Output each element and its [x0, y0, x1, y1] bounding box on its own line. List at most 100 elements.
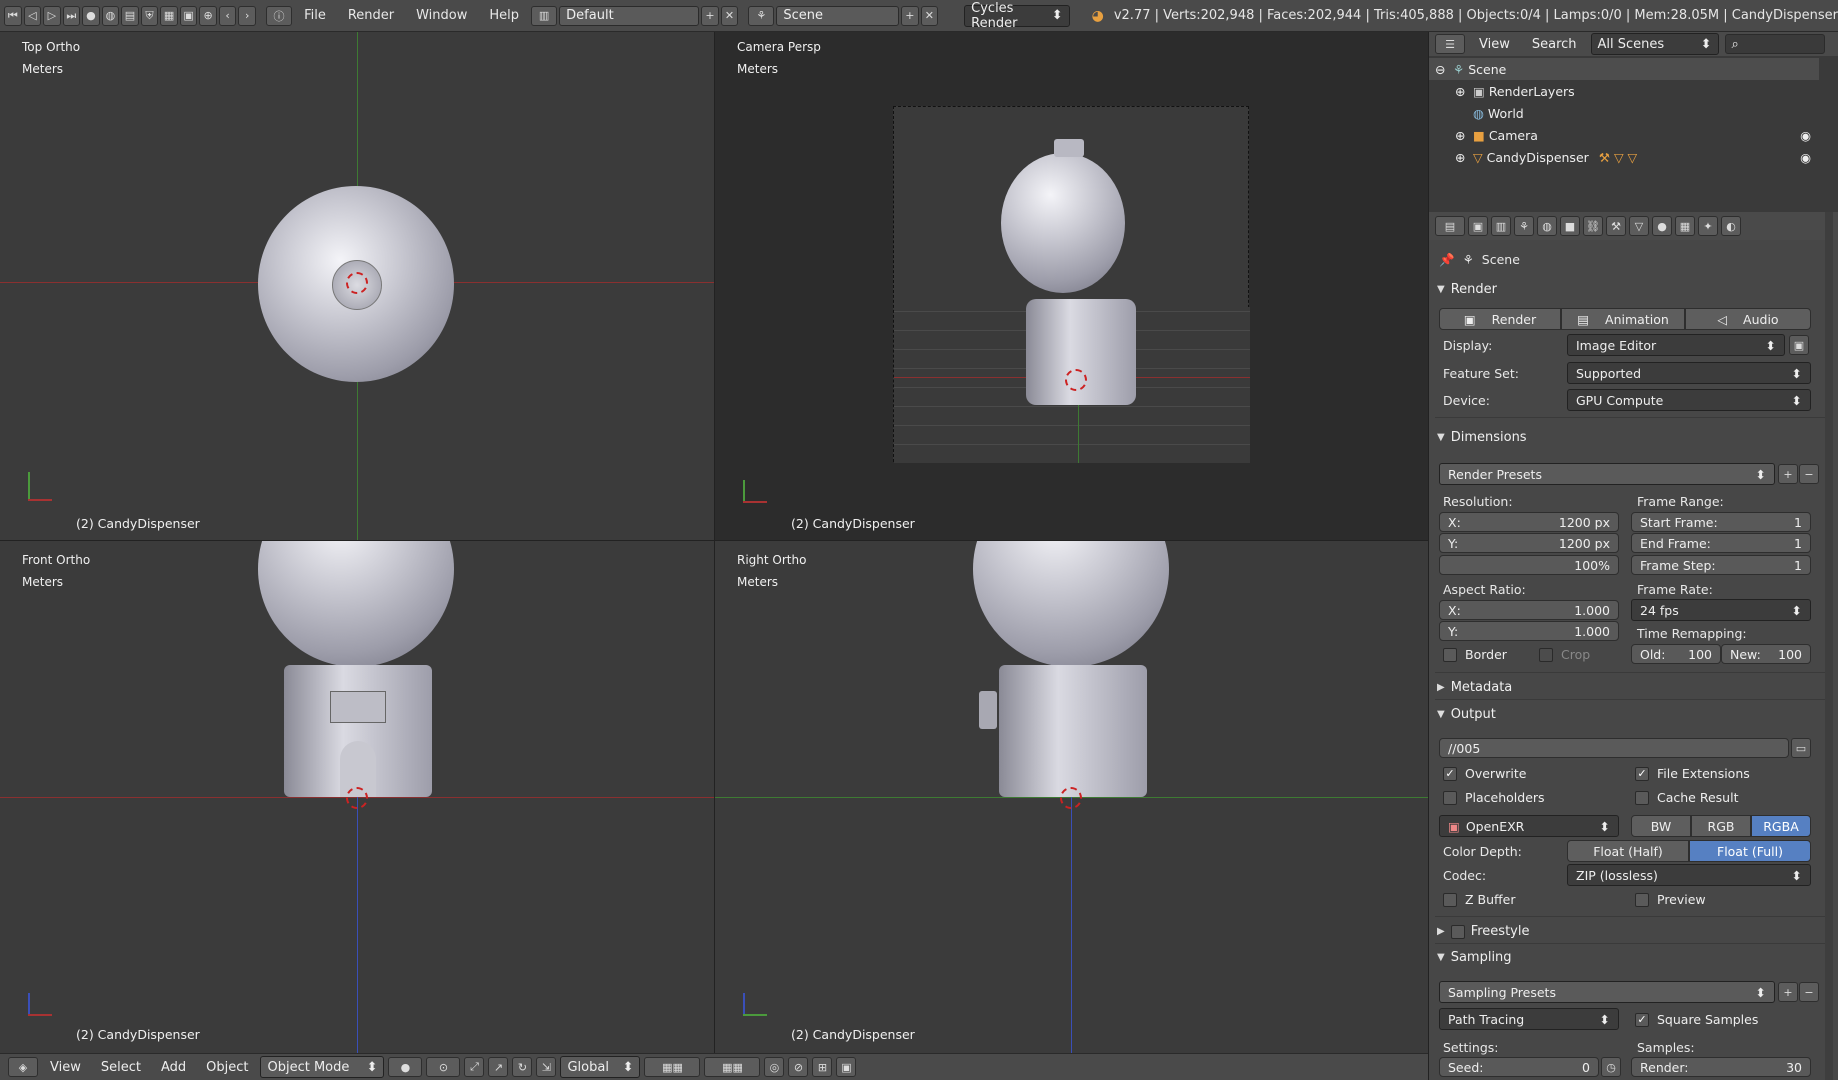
float-half-button[interactable]: Float (Half)	[1567, 840, 1689, 862]
visibility-eye-icon[interactable]: ◉	[1800, 128, 1811, 143]
outliner-row-renderlayers[interactable]: ⊕ ▣ RenderLayers	[1429, 80, 1819, 102]
translate-icon[interactable]: ↗	[488, 1057, 509, 1077]
overwrite-checkbox[interactable]: ✓ Overwrite	[1443, 766, 1527, 781]
panel-output-header[interactable]: ▼ Output	[1437, 707, 1821, 722]
outliner-menu-view[interactable]: View	[1471, 37, 1518, 52]
audio-button[interactable]: ◁ Audio	[1685, 308, 1811, 330]
remove-preset-icon[interactable]: −	[1799, 982, 1819, 1002]
feature-set-select[interactable]: Supported ⬍	[1567, 362, 1811, 384]
scale-icon[interactable]: ⇲	[536, 1057, 557, 1077]
placeholders-checkbox[interactable]: Placeholders	[1443, 790, 1545, 805]
viewport-right-ortho[interactable]: Right Ortho Meters (2) CandyDispenser	[714, 540, 1428, 1053]
integrator-select[interactable]: Path Tracing ⬍	[1439, 1008, 1619, 1030]
display-mode-select[interactable]: All Scenes ⬍	[1590, 33, 1719, 55]
output-path-field[interactable]: //005	[1439, 738, 1789, 758]
new-file-icon[interactable]: ▤	[121, 5, 139, 26]
menu-object[interactable]: Object	[198, 1060, 256, 1075]
world-icon[interactable]: ◍	[101, 5, 120, 26]
render-button[interactable]: ▣ Render	[1439, 308, 1561, 330]
render-presets-select[interactable]: Render Presets ⬍	[1439, 463, 1775, 485]
shield-icon[interactable]: ⛨	[140, 5, 159, 26]
panel-render-header[interactable]: ▼ Render	[1437, 282, 1821, 297]
viewport-front-ortho[interactable]: Front Ortho Meters (2) CandyDispenser	[0, 540, 714, 1053]
scene-name-field[interactable]: Scene	[776, 5, 900, 26]
outliner-search-input[interactable]: ⌕	[1724, 34, 1825, 54]
rotate-icon[interactable]: ↻	[512, 1057, 533, 1077]
layers-icon[interactable]: ▦▦	[644, 1057, 701, 1077]
codec-select[interactable]: ZIP (lossless) ⬍	[1567, 864, 1811, 886]
outliner-menu-search[interactable]: Search	[1524, 37, 1585, 52]
add-preset-icon[interactable]: +	[1778, 464, 1798, 484]
add-preset-icon[interactable]: +	[1778, 982, 1798, 1002]
menu-render[interactable]: Render	[338, 8, 404, 23]
material-tab-icon[interactable]: ●	[1652, 216, 1672, 236]
add-layout-icon[interactable]: +	[701, 5, 719, 26]
arrow-right-icon[interactable]: ›	[238, 5, 256, 26]
time-new-field[interactable]: New: 100	[1721, 644, 1811, 664]
physics-tab-icon[interactable]: ◐	[1721, 216, 1741, 236]
end-frame-field[interactable]: End Frame: 1	[1631, 533, 1811, 553]
panel-metadata-header[interactable]: ▶ Metadata	[1437, 680, 1821, 695]
outliner-row-camera[interactable]: ⊕ ■ Camera ◉	[1429, 124, 1819, 146]
device-select[interactable]: GPU Compute ⬍	[1567, 389, 1811, 411]
display-select[interactable]: Image Editor ⬍	[1567, 334, 1785, 356]
pin-icon[interactable]: 📌	[1439, 252, 1455, 268]
outliner-row-scene[interactable]: ⊖ ⚘ Scene	[1429, 58, 1819, 80]
screen-layout-icon[interactable]: ▥	[531, 5, 558, 26]
step-back-icon[interactable]: ◁	[23, 5, 42, 26]
menu-help[interactable]: Help	[479, 8, 529, 23]
mode-select[interactable]: Object Mode ⬍	[260, 1056, 385, 1078]
scene-icon[interactable]: ⚘	[748, 5, 775, 26]
start-frame-field[interactable]: Start Frame: 1	[1631, 512, 1811, 532]
texture-tab-icon[interactable]: ▦	[1675, 216, 1695, 236]
seed-field[interactable]: Seed: 0	[1439, 1057, 1599, 1077]
outliner-row-candydispenser[interactable]: ⊕ ▽ CandyDispenser ⚒ ▽ ▽ ◉	[1429, 146, 1819, 168]
modifiers-tab-icon[interactable]: ⚒	[1606, 216, 1626, 236]
preview-checkbox[interactable]: Preview	[1635, 892, 1706, 907]
time-old-field[interactable]: Old: 100	[1631, 644, 1721, 664]
render-samples-field[interactable]: Render: 30	[1631, 1057, 1811, 1077]
outliner-editor-icon[interactable]: ☰	[1435, 34, 1465, 54]
data-tab-icon[interactable]: ▽	[1629, 216, 1649, 236]
properties-editor-icon[interactable]: ▤	[1435, 216, 1465, 236]
color-rgba-button[interactable]: RGBA	[1751, 815, 1811, 837]
scene-tab-icon[interactable]: ⚘	[1514, 216, 1534, 236]
clock-icon[interactable]: ◷	[1601, 1057, 1621, 1077]
remove-scene-icon[interactable]: ✕	[920, 5, 939, 26]
panel-sampling-header[interactable]: ▼ Sampling	[1437, 950, 1821, 965]
constraints-tab-icon[interactable]: ⛓	[1583, 216, 1603, 236]
sampling-presets-select[interactable]: Sampling Presets ⬍	[1439, 981, 1775, 1003]
snap-target-icon[interactable]: ⊞	[812, 1057, 833, 1077]
object-tab-icon[interactable]: ■	[1560, 216, 1580, 236]
visibility-eye-icon[interactable]: ◉	[1800, 150, 1811, 165]
crop-checkbox[interactable]: Crop	[1539, 647, 1590, 662]
proportional-edit-icon[interactable]: ◎	[764, 1057, 785, 1077]
outliner-row-world[interactable]: ◍ World	[1429, 102, 1819, 124]
animation-button[interactable]: ▤ Animation	[1561, 308, 1685, 330]
aspect-y-field[interactable]: Y: 1.000	[1439, 621, 1619, 641]
aspect-x-field[interactable]: X: 1.000	[1439, 600, 1619, 620]
menu-window[interactable]: Window	[406, 8, 477, 23]
frame-step-field[interactable]: Frame Step: 1	[1631, 555, 1811, 575]
menu-add[interactable]: Add	[153, 1060, 194, 1075]
border-checkbox[interactable]: Border	[1443, 647, 1507, 662]
render-view-icon[interactable]: ▣	[1789, 335, 1809, 355]
layers-2-icon[interactable]: ▦▦	[704, 1057, 761, 1077]
orientation-select[interactable]: Global ⬍	[560, 1056, 641, 1078]
panel-dimensions-header[interactable]: ▼ Dimensions	[1437, 430, 1821, 445]
play-icon[interactable]: ▷	[43, 5, 61, 26]
file-format-select[interactable]: ▣ OpenEXR ⬍	[1439, 815, 1619, 837]
add-scene-icon[interactable]: +	[901, 5, 919, 26]
shading-mode-icon[interactable]: ●	[388, 1057, 423, 1077]
file-extensions-checkbox[interactable]: ✓ File Extensions	[1635, 766, 1750, 781]
particles-tab-icon[interactable]: ✦	[1698, 216, 1718, 236]
viewport-top-ortho[interactable]: Top Ortho Meters (2) CandyDispenser	[0, 32, 714, 540]
zbuffer-checkbox[interactable]: Z Buffer	[1443, 892, 1515, 907]
resolution-y-field[interactable]: Y: 1200 px	[1439, 533, 1619, 553]
viewport-camera-persp[interactable]: Camera Persp Meters (2) CandyDispenser	[714, 32, 1428, 540]
color-bw-button[interactable]: BW	[1631, 815, 1691, 837]
info-editor-icon[interactable]: ⓘ	[265, 5, 293, 26]
float-full-button[interactable]: Float (Full)	[1689, 840, 1811, 862]
menu-select[interactable]: Select	[93, 1060, 149, 1075]
layers-tab-icon[interactable]: ▥	[1491, 216, 1511, 236]
